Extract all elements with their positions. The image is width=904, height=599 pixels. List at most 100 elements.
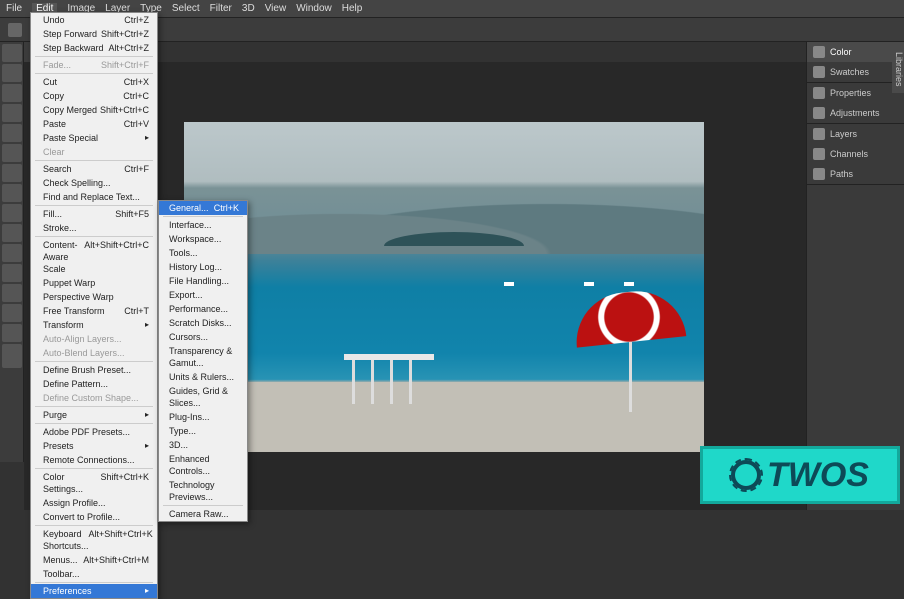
prefs-item-enhanced-controls[interactable]: Enhanced Controls... [159, 452, 247, 478]
menu-item-free-transform[interactable]: Free TransformCtrl+T [31, 304, 157, 318]
prefs-item-transparency-gamut[interactable]: Transparency & Gamut... [159, 344, 247, 370]
document-canvas[interactable] [184, 122, 704, 452]
prefs-item-tools[interactable]: Tools... [159, 246, 247, 260]
prefs-item-scratch-disks[interactable]: Scratch Disks... [159, 316, 247, 330]
menu-file[interactable]: File [6, 3, 22, 14]
menu-item-stroke[interactable]: Stroke... [31, 221, 157, 235]
menu-item-define-custom-shape: Define Custom Shape... [31, 391, 157, 405]
menu-item-undo[interactable]: UndoCtrl+Z [31, 13, 157, 27]
menu-item-search[interactable]: SearchCtrl+F [31, 162, 157, 176]
overlay-text: TWOS [767, 456, 869, 495]
menu-item-auto-blend-layers: Auto-Blend Layers... [31, 346, 157, 360]
channels-icon [813, 148, 825, 160]
panel-tab-libraries[interactable]: Libraries [892, 46, 904, 93]
menu-select[interactable]: Select [172, 3, 200, 14]
menu-item-keyboard-shortcuts[interactable]: Keyboard Shortcuts...Alt+Shift+Ctrl+K [31, 527, 157, 553]
edit-menu-dropdown: UndoCtrl+ZStep ForwardShift+Ctrl+ZStep B… [30, 12, 158, 599]
menu-item-define-brush-preset[interactable]: Define Brush Preset... [31, 363, 157, 377]
prefs-item-type[interactable]: Type... [159, 424, 247, 438]
panel-tab-properties[interactable]: Properties [807, 83, 904, 103]
clone-tool[interactable] [2, 184, 22, 202]
move-tool[interactable] [2, 44, 22, 62]
prefs-item-guides-grid-slices[interactable]: Guides, Grid & Slices... [159, 384, 247, 410]
swatches-icon [813, 66, 825, 78]
panel-label: Swatches [830, 67, 869, 77]
fg-bg-swatch[interactable] [2, 344, 22, 368]
prefs-item-general[interactable]: General...Ctrl+K [159, 201, 247, 215]
tool-preset-icon[interactable] [8, 23, 22, 37]
panel-tab-color[interactable]: Color [807, 42, 904, 62]
prefs-item-history-log[interactable]: History Log... [159, 260, 247, 274]
panel-label: Adjustments [830, 108, 880, 118]
menu-item-content-aware-scale[interactable]: Content-Aware ScaleAlt+Shift+Ctrl+C [31, 238, 157, 276]
menu-item-purge[interactable]: Purge [31, 408, 157, 422]
layers-icon [813, 128, 825, 140]
menu-help[interactable]: Help [342, 3, 363, 14]
marquee-tool[interactable] [2, 64, 22, 82]
menu-item-assign-profile[interactable]: Assign Profile... [31, 496, 157, 510]
prefs-item-units-rulers[interactable]: Units & Rulers... [159, 370, 247, 384]
panel-tab-swatches[interactable]: Swatches [807, 62, 904, 82]
menu-item-step-forward[interactable]: Step ForwardShift+Ctrl+Z [31, 27, 157, 41]
image-content [504, 282, 514, 286]
panel-label: Paths [830, 169, 853, 179]
menu-item-paste[interactable]: PasteCtrl+V [31, 117, 157, 131]
type-tool[interactable] [2, 264, 22, 282]
prefs-item-camera-raw[interactable]: Camera Raw... [159, 507, 247, 521]
menu-item-copy-merged[interactable]: Copy MergedShift+Ctrl+C [31, 103, 157, 117]
gradient-tool[interactable] [2, 224, 22, 242]
crop-tool[interactable] [2, 124, 22, 142]
menu-item-find-and-replace-text[interactable]: Find and Replace Text... [31, 190, 157, 204]
menu-item-convert-to-profile[interactable]: Convert to Profile... [31, 510, 157, 524]
panel-tab-layers[interactable]: Layers [807, 124, 904, 144]
lasso-tool[interactable] [2, 84, 22, 102]
properties-icon [813, 87, 825, 99]
menu-item-step-backward[interactable]: Step BackwardAlt+Ctrl+Z [31, 41, 157, 55]
menu-item-define-pattern[interactable]: Define Pattern... [31, 377, 157, 391]
prefs-item--d[interactable]: 3D... [159, 438, 247, 452]
tools-panel [0, 42, 24, 462]
prefs-item-plug-ins[interactable]: Plug-Ins... [159, 410, 247, 424]
panel-tab-paths[interactable]: Paths [807, 164, 904, 184]
prefs-item-technology-previews[interactable]: Technology Previews... [159, 478, 247, 504]
menu-item-puppet-warp[interactable]: Puppet Warp [31, 276, 157, 290]
prefs-item-file-handling[interactable]: File Handling... [159, 274, 247, 288]
shape-tool[interactable] [2, 284, 22, 302]
panel-tab-adjustments[interactable]: Adjustments [807, 103, 904, 123]
menu-item-transform[interactable]: Transform [31, 318, 157, 332]
menu-item-presets[interactable]: Presets [31, 439, 157, 453]
hand-tool[interactable] [2, 304, 22, 322]
wand-tool[interactable] [2, 104, 22, 122]
zoom-tool[interactable] [2, 324, 22, 342]
menu-item-adobe-pdf-presets[interactable]: Adobe PDF Presets... [31, 425, 157, 439]
eyedropper-tool[interactable] [2, 144, 22, 162]
menu-item-perspective-warp[interactable]: Perspective Warp [31, 290, 157, 304]
menu-filter[interactable]: Filter [210, 3, 232, 14]
prefs-item-interface[interactable]: Interface... [159, 218, 247, 232]
menu-item-preferences[interactable]: Preferences [31, 584, 157, 598]
eraser-tool[interactable] [2, 204, 22, 222]
panel-tab-channels[interactable]: Channels [807, 144, 904, 164]
menu-item-menus[interactable]: Menus...Alt+Shift+Ctrl+M [31, 553, 157, 567]
menu-view[interactable]: View [265, 3, 287, 14]
menu-window[interactable]: Window [296, 3, 332, 14]
menu-item-copy[interactable]: CopyCtrl+C [31, 89, 157, 103]
menu-item-cut[interactable]: CutCtrl+X [31, 75, 157, 89]
image-content [574, 292, 684, 412]
prefs-item-performance[interactable]: Performance... [159, 302, 247, 316]
prefs-item-export[interactable]: Export... [159, 288, 247, 302]
menu-item-toolbar[interactable]: Toolbar... [31, 567, 157, 581]
panel-label: Color [830, 47, 852, 57]
menu-item-color-settings[interactable]: Color Settings...Shift+Ctrl+K [31, 470, 157, 496]
menu-3d[interactable]: 3D [242, 3, 255, 14]
menu-item-remote-connections[interactable]: Remote Connections... [31, 453, 157, 467]
panel-label: Properties [830, 88, 871, 98]
prefs-item-workspace[interactable]: Workspace... [159, 232, 247, 246]
menu-item-paste-special[interactable]: Paste Special [31, 131, 157, 145]
menu-item-fill[interactable]: Fill...Shift+F5 [31, 207, 157, 221]
image-content [624, 282, 634, 286]
prefs-item-cursors[interactable]: Cursors... [159, 330, 247, 344]
menu-item-check-spelling[interactable]: Check Spelling... [31, 176, 157, 190]
brush-tool[interactable] [2, 164, 22, 182]
pen-tool[interactable] [2, 244, 22, 262]
